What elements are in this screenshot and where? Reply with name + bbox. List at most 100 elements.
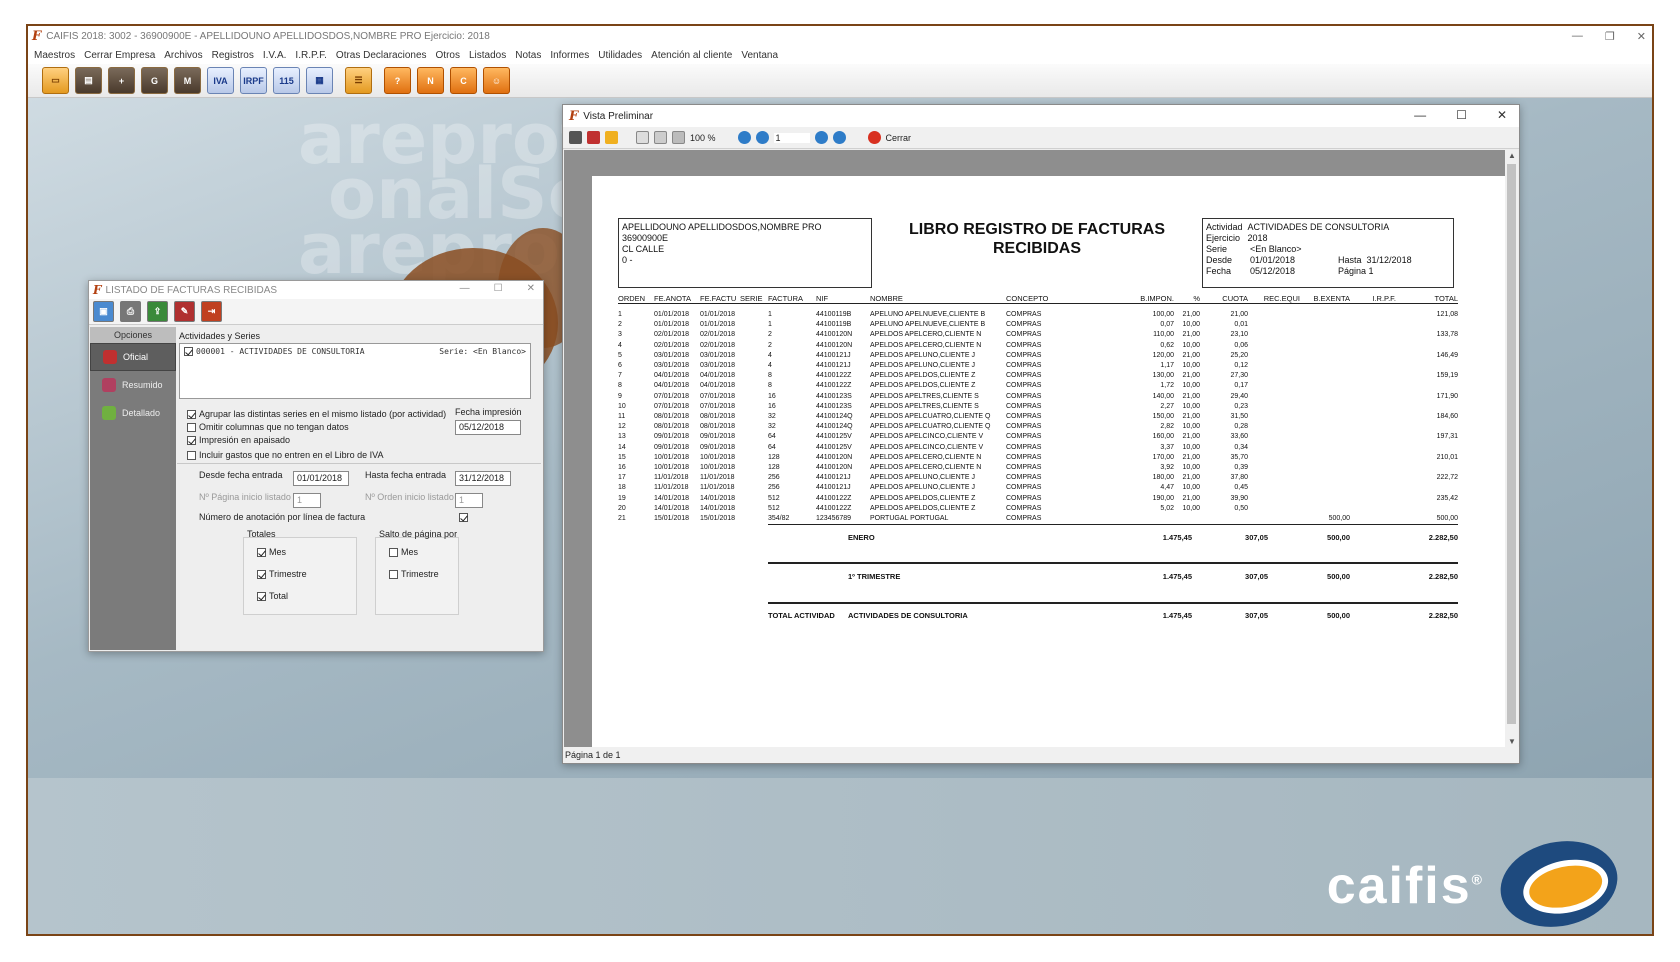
menu-item[interactable]: Otras Declaraciones xyxy=(336,50,427,61)
add-entry-button[interactable]: + xyxy=(108,67,135,94)
irpf-button[interactable]: IRPF xyxy=(240,67,267,94)
print-icon[interactable] xyxy=(569,131,582,144)
cerrar-button[interactable]: Cerrar xyxy=(886,133,912,143)
col-fe-anota-cell: 15/01/2018 xyxy=(654,515,690,522)
col-orden-cell: 14 xyxy=(618,443,626,451)
agrupar-checkbox[interactable] xyxy=(187,409,196,419)
whole-page-icon[interactable] xyxy=(672,131,685,144)
scroll-thumb[interactable] xyxy=(1507,164,1516,724)
menu-item[interactable]: Archivos xyxy=(164,50,202,61)
totales-trimestre-checkbox[interactable] xyxy=(257,569,266,579)
activities-list[interactable]: 000001 - ACTIVIDADES DE CONSULTORIA Seri… xyxy=(179,343,531,399)
folder-button[interactable]: ▭ xyxy=(42,67,69,94)
salto-mes-checkbox[interactable] xyxy=(389,547,398,557)
modelo-115-button[interactable]: 115 xyxy=(273,67,300,94)
opt-gastos[interactable]: Incluir gastos que no entren en el Libro… xyxy=(187,450,383,460)
desde-fecha-input[interactable]: 01/01/2018 xyxy=(293,471,349,486)
documents-button[interactable]: ▤ xyxy=(75,67,102,94)
col-porcentaje-cell: 10,00 xyxy=(1182,504,1200,512)
minimize-icon[interactable]: — xyxy=(460,283,470,294)
page-number-input[interactable]: 1 xyxy=(773,132,810,143)
maximize-icon[interactable]: ☐ xyxy=(1456,108,1467,122)
salto-trimestre-checkbox[interactable] xyxy=(389,569,398,579)
opt-apaisado[interactable]: Impresión en apaisado xyxy=(187,435,290,445)
opt-agrupar[interactable]: Agrupar las distintas series en el mismo… xyxy=(187,409,446,419)
sidebar-item-resumido[interactable]: Resumido xyxy=(90,371,176,399)
activity-checkbox[interactable] xyxy=(184,347,193,356)
edit-button[interactable]: ✎ xyxy=(174,301,195,322)
totales-trimestre[interactable]: Trimestre xyxy=(257,569,307,579)
menu-item[interactable]: Registros xyxy=(212,50,254,61)
col-b-impon-cell: 180,00 xyxy=(1152,474,1174,482)
menu-item[interactable]: Informes xyxy=(550,50,589,61)
menu-item[interactable]: I.V.A. xyxy=(263,50,287,61)
iva-button[interactable]: IVA xyxy=(207,67,234,94)
sidebar-item-oficial[interactable]: Oficial xyxy=(90,343,176,371)
zoom-level[interactable]: 100 % xyxy=(690,133,716,143)
support-button[interactable]: ☺ xyxy=(483,67,510,94)
menu-item[interactable]: Utilidades xyxy=(598,50,642,61)
print-button[interactable]: ⎙ xyxy=(120,301,141,322)
totales-total[interactable]: Total xyxy=(257,591,288,601)
menu-item[interactable]: Cerrar Empresa xyxy=(84,50,155,61)
last-page-icon[interactable] xyxy=(832,131,846,144)
omitir-checkbox[interactable] xyxy=(187,422,196,432)
salto-mes[interactable]: Mes xyxy=(389,547,418,557)
minimize-icon[interactable]: — xyxy=(1572,30,1583,42)
col-concepto-cell: COMPRAS xyxy=(1006,392,1042,400)
sidebar-item-detallado[interactable]: Detallado xyxy=(90,399,176,427)
menu-item[interactable]: Ventana xyxy=(741,50,778,61)
exit-button[interactable]: ⇥ xyxy=(201,301,222,322)
restore-icon[interactable]: ❐ xyxy=(1605,30,1615,43)
totales-total-checkbox[interactable] xyxy=(257,591,266,601)
numero-anotacion-checkbox[interactable] xyxy=(459,513,468,522)
close-icon[interactable]: ✕ xyxy=(1497,108,1507,122)
page-width-icon[interactable] xyxy=(654,131,667,144)
close-circle-icon[interactable] xyxy=(867,131,881,144)
totales-mes-checkbox[interactable] xyxy=(257,547,266,557)
menu-item[interactable]: Maestros xyxy=(34,50,75,61)
close-icon[interactable]: ✕ xyxy=(527,283,535,294)
resumido-icon xyxy=(102,378,116,392)
pdf-icon[interactable] xyxy=(587,131,600,144)
close-icon[interactable]: ✕ xyxy=(1637,30,1646,43)
salto-trimestre[interactable]: Trimestre xyxy=(389,569,439,579)
menu-item[interactable]: I.R.P.F. xyxy=(295,50,327,61)
next-page-icon[interactable] xyxy=(814,131,828,144)
mov-button[interactable]: M xyxy=(174,67,201,94)
calendar-button[interactable]: ▦ xyxy=(306,67,333,94)
menu-item[interactable]: Atención al cliente xyxy=(651,50,732,61)
scroll-up-icon[interactable]: ▲ xyxy=(1508,151,1516,160)
col-concepto-cell: COMPRAS xyxy=(1006,423,1042,431)
folder-icon[interactable] xyxy=(605,131,618,144)
c-button[interactable]: C xyxy=(450,67,477,94)
gastos-checkbox[interactable] xyxy=(187,450,196,460)
totales-mes[interactable]: Mes xyxy=(257,547,286,557)
apaisado-checkbox[interactable] xyxy=(187,435,196,445)
preview-scrollbar[interactable]: ▲ ▼ xyxy=(1505,150,1518,747)
help-button[interactable]: ? xyxy=(384,67,411,94)
export-button[interactable]: ⇪ xyxy=(147,301,168,322)
orden-inicio-input[interactable]: 1 xyxy=(455,493,483,508)
col-orden-cell: 1 xyxy=(618,311,622,318)
menu-item[interactable]: Notas xyxy=(515,50,541,61)
col-nombre-header: NOMBRE xyxy=(870,294,903,303)
preview-button[interactable]: ▣ xyxy=(93,301,114,322)
first-page-icon[interactable] xyxy=(737,131,751,144)
prev-page-icon[interactable] xyxy=(755,131,769,144)
fecha-impresion-input[interactable]: 05/12/2018 xyxy=(455,420,521,435)
maximize-icon[interactable]: ☐ xyxy=(494,283,503,294)
page-view-icon[interactable] xyxy=(636,131,649,144)
menu-item[interactable]: Otros xyxy=(436,50,460,61)
scroll-down-icon[interactable]: ▼ xyxy=(1508,737,1516,746)
notes-button[interactable]: ☰ xyxy=(345,67,372,94)
opt-omitir[interactable]: Omitir columnas que no tengan datos xyxy=(187,422,349,432)
menu-bar: Maestros Cerrar Empresa Archivos Registros I… xyxy=(28,46,1652,64)
pagina-inicio-input[interactable]: 1 xyxy=(293,493,321,508)
hasta-fecha-input[interactable]: 31/12/2018 xyxy=(455,471,511,486)
n-button[interactable]: N xyxy=(417,67,444,94)
minimize-icon[interactable]: — xyxy=(1414,108,1426,122)
total-rule xyxy=(768,602,1458,604)
g-button[interactable]: G xyxy=(141,67,168,94)
menu-item[interactable]: Listados xyxy=(469,50,506,61)
